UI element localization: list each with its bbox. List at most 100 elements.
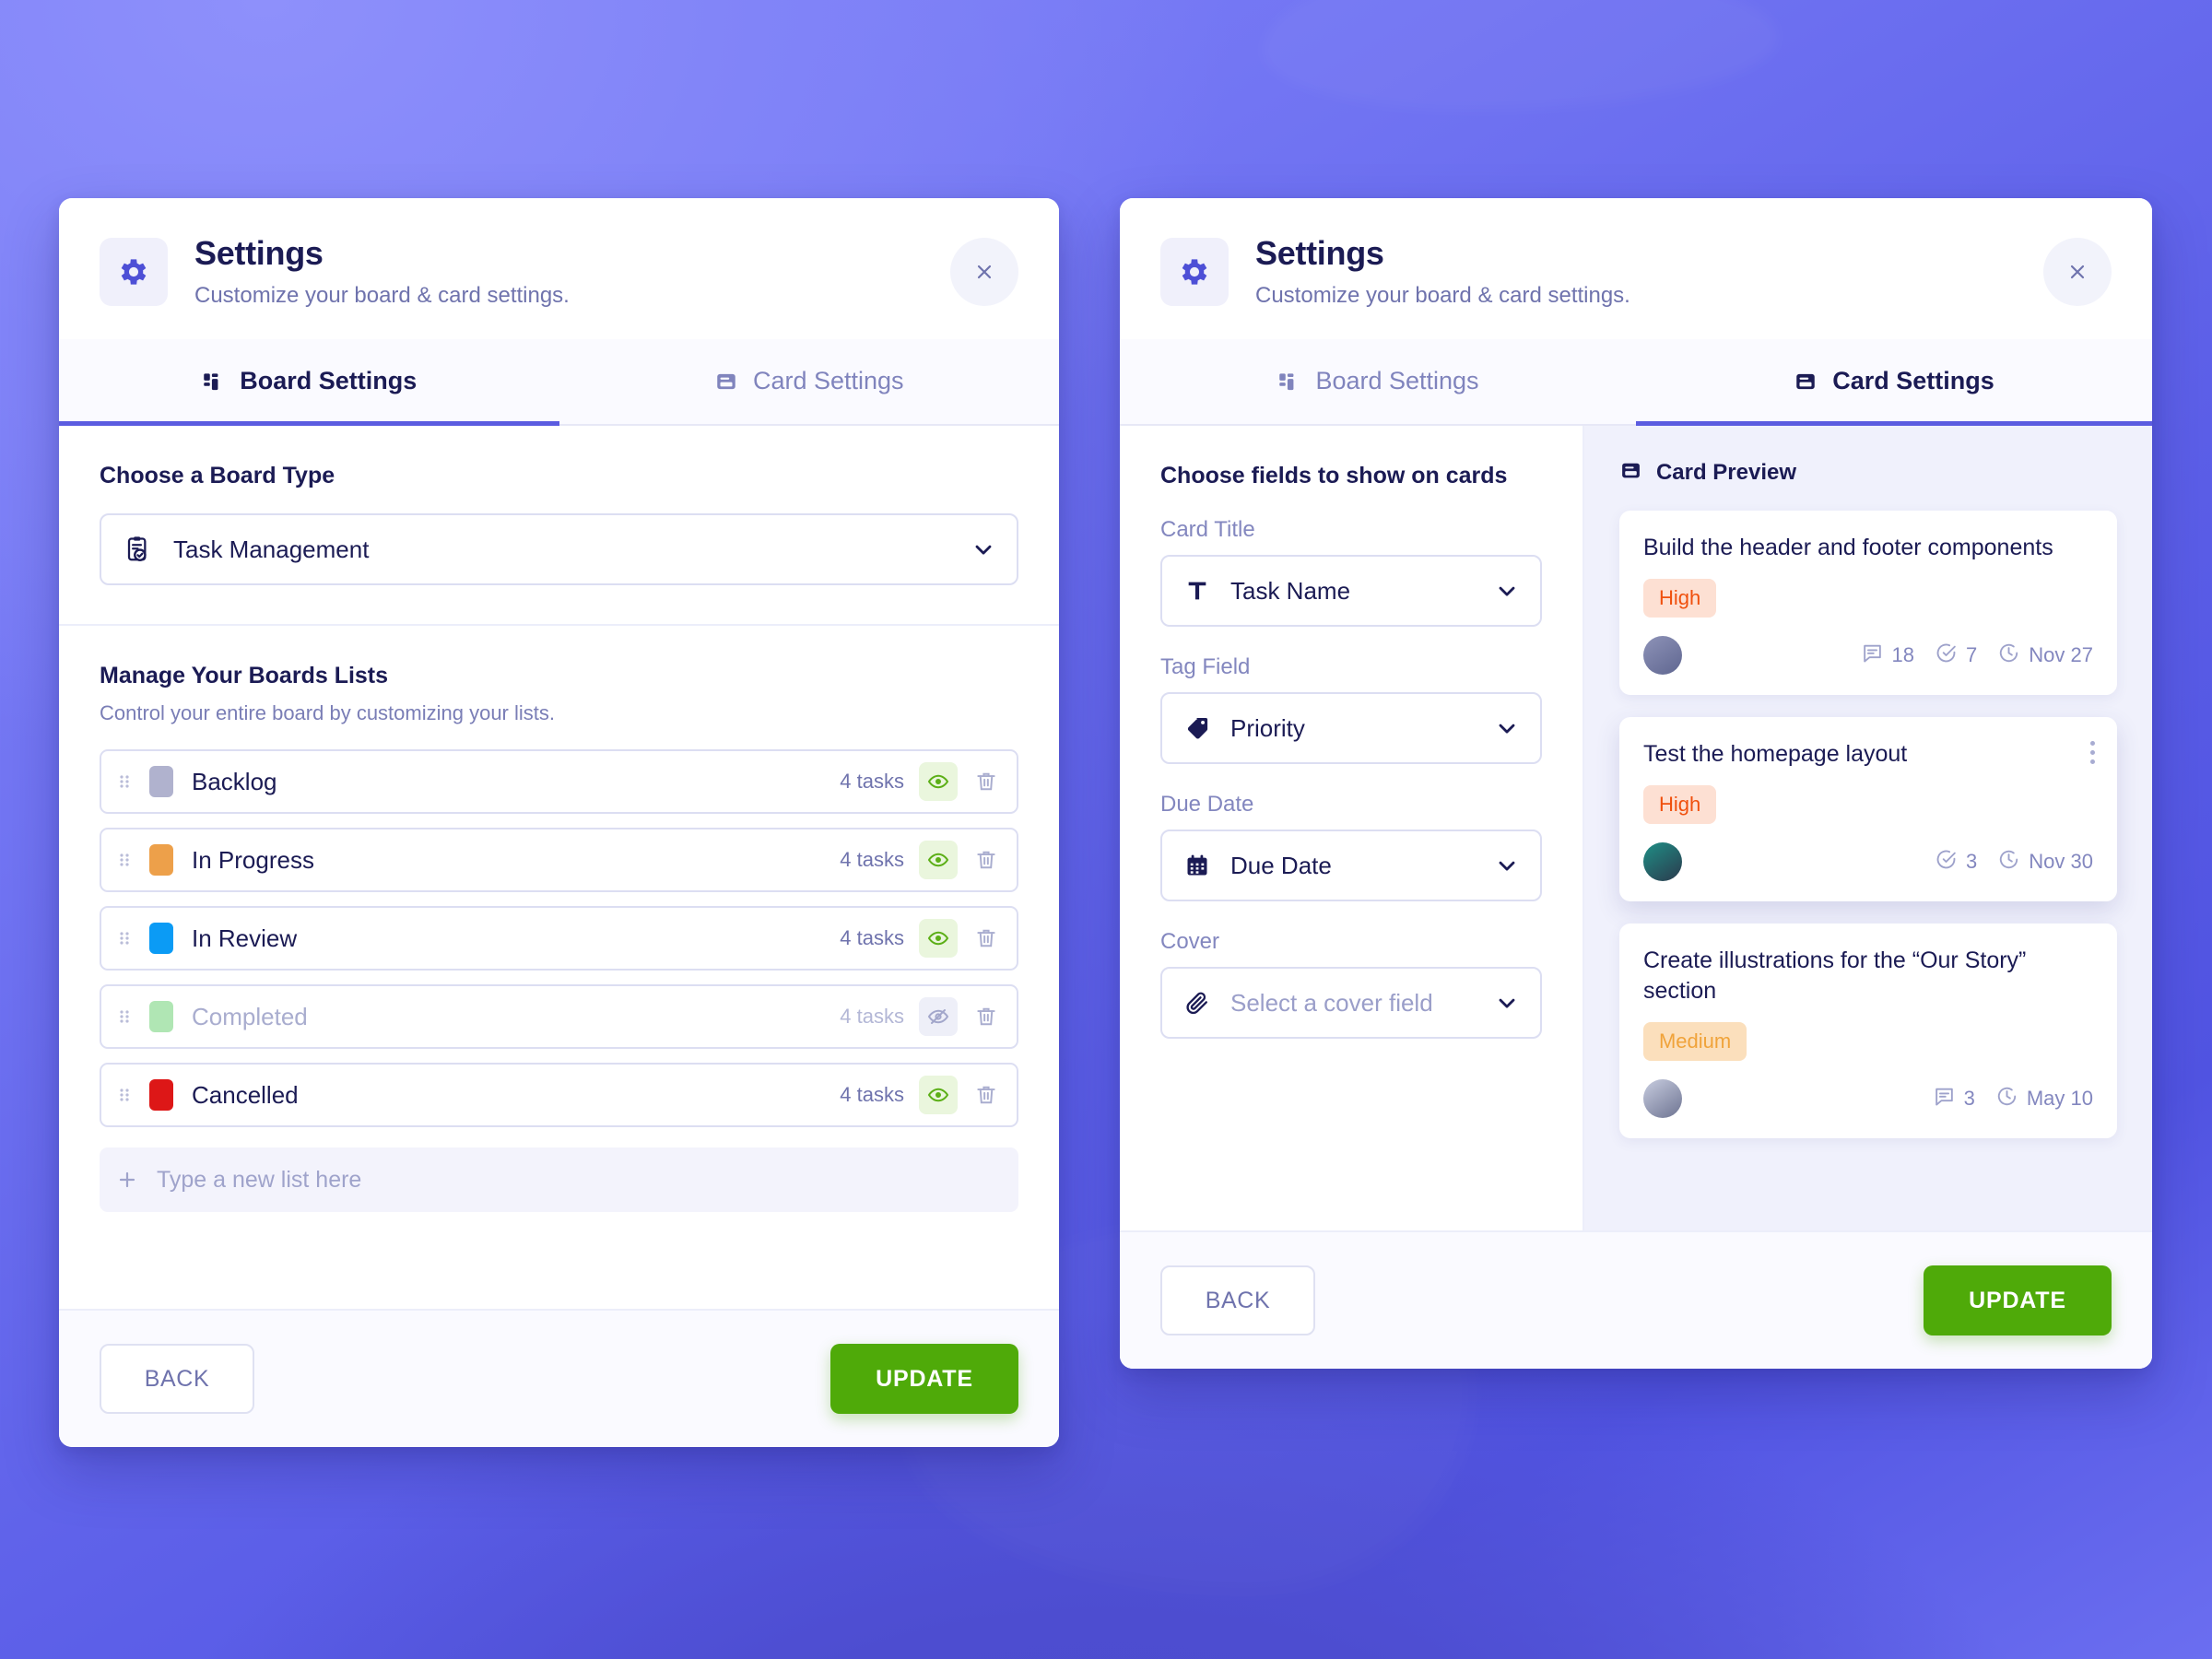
tab-board-settings[interactable]: Board Settings (59, 339, 559, 427)
card-field-select[interactable]: Select a cover field (1160, 967, 1542, 1040)
back-button[interactable]: BACK (1160, 1265, 1315, 1335)
eye-icon[interactable] (919, 919, 958, 959)
table-row: Cancelled 4 tasks (100, 1063, 1018, 1128)
list-name: Cancelled (192, 1080, 299, 1109)
page-subtitle: Customize your board & card settings. (194, 282, 570, 308)
back-button[interactable]: BACK (100, 1344, 254, 1414)
tab-board-settings[interactable]: Board Settings (1120, 339, 1636, 424)
drag-handle-icon[interactable] (118, 1006, 136, 1028)
preview-card[interactable]: Build the header and footer components Hi… (1618, 511, 2117, 696)
card-meta-value: 3 (1963, 1087, 1975, 1111)
preview-card[interactable]: Create illustrations for the “Our Story”… (1618, 924, 2117, 1139)
card-meta-item: 3 (1935, 848, 1977, 877)
dialog-footer: BACK UPDATE (1120, 1230, 2152, 1369)
trash-icon[interactable] (967, 841, 1006, 879)
drag-handle-icon[interactable] (118, 927, 136, 949)
list-color-swatch[interactable] (149, 1079, 173, 1112)
card-meta: 18 7 Nov 27 (1861, 641, 2093, 670)
card-field-select[interactable]: Due Date (1160, 830, 1542, 902)
card-preview-column: Card Preview Build the header and footer… (1583, 426, 2152, 1369)
list-name: In Progress (192, 845, 314, 874)
card-field-list: Card Title Task Name Tag Field Priority Due … (1160, 517, 1542, 1040)
chevron-down-icon (971, 536, 996, 562)
close-button[interactable] (950, 237, 1018, 306)
card-title: Build the header and footer components (1642, 535, 2053, 561)
tab-card-settings-label: Card Settings (752, 367, 904, 395)
paperclip-icon (1184, 990, 1210, 1016)
card-fields-title: Choose fields to show on cards (1160, 463, 1508, 489)
card-field-value: Due Date (1230, 851, 1332, 879)
card-meta: 3 Nov 30 (1935, 848, 2093, 877)
card-field-label: Due Date (1160, 792, 1254, 818)
drag-handle-icon[interactable] (118, 1084, 136, 1106)
chevron-down-icon (1494, 715, 1520, 741)
board-type-select[interactable]: Task Management (100, 513, 1018, 586)
card-footer: 18 7 Nov 27 (1642, 636, 2093, 676)
eye-icon[interactable] (919, 762, 958, 802)
card-settings-body: Choose fields to show on cards Card Titl… (1120, 426, 2152, 1369)
trash-icon[interactable] (967, 997, 1006, 1036)
card-meta-value: Nov 30 (2029, 850, 2093, 874)
eye-off-icon[interactable] (919, 997, 958, 1037)
close-button[interactable] (2043, 237, 2112, 306)
clock-icon (1995, 1085, 2018, 1113)
clock-icon (1997, 848, 2020, 877)
plus-icon (116, 1169, 138, 1191)
card-meta-item: Nov 27 (1997, 641, 2093, 670)
tab-card-settings[interactable]: Card Settings (559, 339, 1060, 424)
card-field: Cover Select a cover field (1160, 929, 1542, 1040)
chevron-down-icon (1494, 578, 1520, 604)
tab-board-settings-label: Board Settings (1315, 367, 1479, 395)
card-field-label: Card Title (1160, 517, 1255, 543)
update-button[interactable]: UPDATE (830, 1344, 1018, 1414)
card-field-value: Task Name (1230, 576, 1351, 605)
trash-icon[interactable] (967, 919, 1006, 958)
board-settings-dialog: Settings Customize your board & card set… (59, 198, 1059, 1447)
page-title: Settings (194, 234, 324, 272)
update-button[interactable]: UPDATE (1924, 1265, 2112, 1335)
gear-icon (100, 237, 168, 306)
checkbox-icon (1935, 641, 1958, 670)
chevron-down-icon (1494, 853, 1520, 878)
clipboard-check-icon (124, 535, 153, 564)
board-lists: Backlog 4 tasks In Progress 4 tasks In Revie… (100, 749, 1018, 1128)
card-meta-value: 3 (1966, 850, 1978, 874)
trash-icon[interactable] (967, 1076, 1006, 1114)
status-badge: High (1642, 579, 1717, 618)
drag-handle-icon[interactable] (118, 849, 136, 871)
card-meta-value: 18 (1891, 643, 1915, 667)
drag-handle-icon[interactable] (118, 771, 136, 793)
list-color-swatch[interactable] (149, 844, 173, 877)
trash-icon[interactable] (967, 762, 1006, 801)
card-preview-label: Card Preview (1655, 460, 1797, 486)
list-color-swatch[interactable] (149, 766, 173, 798)
card-icon (1619, 459, 1642, 487)
settings-tabs: Board Settings Card Settings (59, 339, 1060, 427)
list-color-swatch[interactable] (149, 923, 173, 955)
eye-icon[interactable] (919, 1076, 958, 1115)
card-field-value: Select a cover field (1230, 988, 1433, 1017)
card-meta-value: Nov 27 (2029, 643, 2093, 667)
checkbox-icon (1935, 848, 1958, 877)
card-field-select[interactable]: Priority (1160, 692, 1542, 765)
list-color-swatch[interactable] (149, 1001, 173, 1033)
card-field-select[interactable]: Task Name (1160, 555, 1542, 628)
dialog-header: Settings Customize your board & card set… (59, 198, 1059, 340)
eye-icon[interactable] (919, 841, 958, 880)
board-icon (1277, 370, 1300, 394)
new-list-input[interactable]: Type a new list here (100, 1147, 1018, 1213)
status-badge: High (1642, 785, 1717, 825)
card-icon (714, 370, 738, 394)
close-icon (2070, 265, 2085, 278)
card-field: Tag Field Priority (1160, 654, 1542, 765)
card-menu-icon[interactable] (2090, 741, 2095, 765)
task-count: 4 tasks (840, 848, 904, 872)
card-icon (1794, 370, 1818, 394)
card-meta-item: 7 (1935, 641, 1977, 670)
task-count: 4 tasks (840, 770, 904, 794)
tab-card-settings[interactable]: Card Settings (1636, 339, 2152, 427)
preview-card[interactable]: Test the homepage layout High 3 Nov 30 (1618, 717, 2117, 902)
board-type-section: Choose a Board Type Task Management (59, 426, 1059, 627)
list-name: Backlog (192, 767, 277, 795)
board-type-title: Choose a Board Type (100, 463, 335, 489)
